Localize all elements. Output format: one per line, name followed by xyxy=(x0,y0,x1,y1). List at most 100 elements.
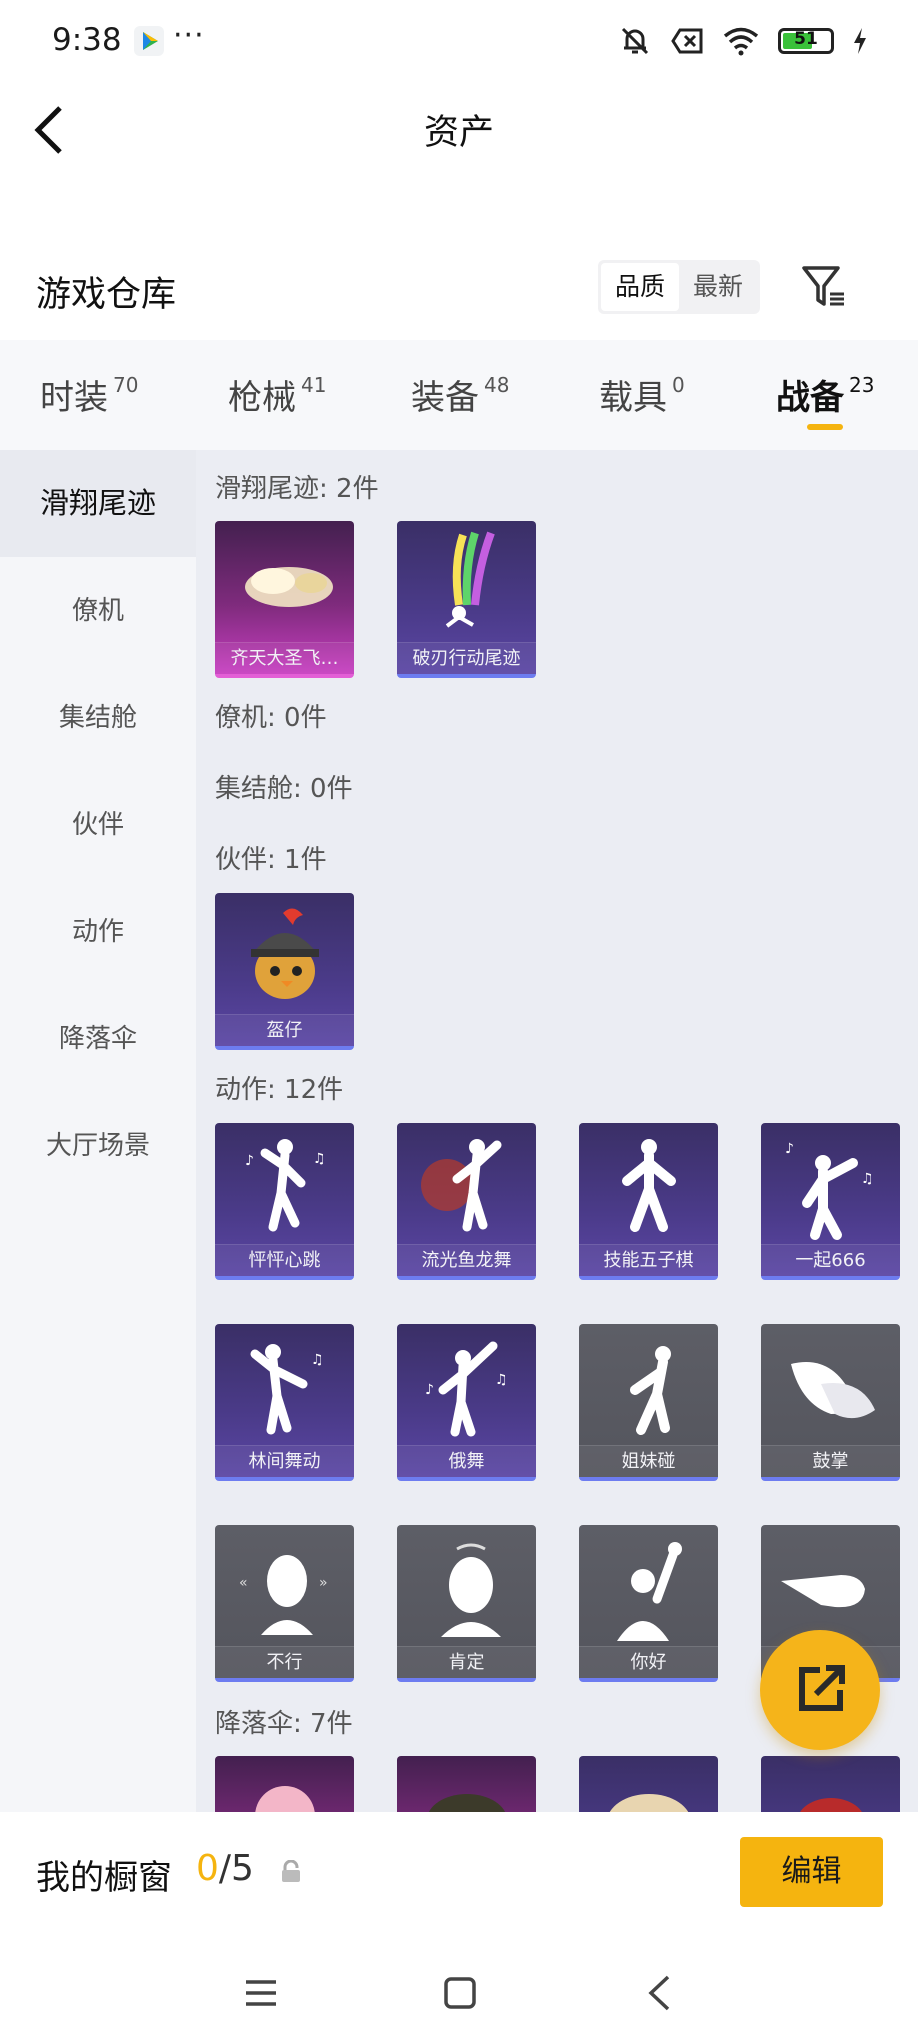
side-item-partner[interactable]: 伙伴 xyxy=(0,804,196,841)
item-card[interactable]: ♫ 林间舞动 xyxy=(215,1324,354,1481)
dancer-image: ♫ xyxy=(250,1344,324,1435)
back-nav-icon[interactable] xyxy=(646,1974,672,2012)
flower-parachute-image xyxy=(255,1786,315,1812)
svg-text:♪: ♪ xyxy=(425,1382,434,1398)
item-card[interactable]: 你好 xyxy=(579,1525,718,1682)
dancer-image xyxy=(622,1139,676,1232)
edit-button[interactable]: 编辑 xyxy=(740,1837,883,1907)
item-name: 盔仔 xyxy=(215,1014,354,1046)
tab-count: 48 xyxy=(484,373,510,397)
side-item-wingman[interactable]: 僚机 xyxy=(0,590,196,627)
tab-label: 载具 xyxy=(599,378,667,418)
sort-newest-option[interactable]: 最新 xyxy=(679,263,757,311)
showcase-total: /5 xyxy=(218,1848,254,1889)
side-item-emote[interactable]: 动作 xyxy=(0,911,196,948)
tab-guns[interactable]: 枪械 41 xyxy=(228,370,326,430)
nod-image xyxy=(441,1543,501,1637)
item-card[interactable]: 齐天大圣飞… xyxy=(215,521,354,678)
item-card[interactable]: 技能五子棋 xyxy=(579,1123,718,1280)
svg-text:♪: ♪ xyxy=(785,1141,794,1157)
item-card[interactable]: ♪ ♫ 俄舞 xyxy=(397,1324,536,1481)
wifi-icon xyxy=(723,27,759,56)
item-card[interactable]: « » 不行 xyxy=(215,1525,354,1682)
item-card[interactable]: 破刃行动尾迹 xyxy=(397,521,536,678)
cloud-trail-image xyxy=(245,567,333,607)
showcase-label: 我的橱窗 xyxy=(36,1858,172,1898)
tab-vehicles[interactable]: 载具 0 xyxy=(599,370,685,430)
item-card[interactable]: 鼓掌 xyxy=(761,1324,900,1481)
svg-text:«: « xyxy=(239,1575,248,1591)
showcase-bar: 我的橱窗 0/5 编辑 xyxy=(0,1812,918,1942)
svg-text:♫: ♫ xyxy=(861,1171,874,1187)
status-time: 9:38 xyxy=(52,22,122,58)
side-nav: 滑翔尾迹 僚机 集结舱 伙伴 动作 降落伞 大厅场景 xyxy=(0,450,196,1812)
dancer-image: ♪♫ xyxy=(245,1139,326,1232)
item-name: 齐天大圣飞… xyxy=(215,642,354,674)
item-name: 鼓掌 xyxy=(761,1445,900,1477)
tab-count: 70 xyxy=(113,373,139,397)
wave-hello-image xyxy=(617,1542,682,1641)
share-icon xyxy=(799,1665,845,1711)
group-title-partner: 伙伴: 1件 xyxy=(215,845,327,875)
item-card[interactable]: 流光鱼龙舞 xyxy=(397,1123,536,1280)
group-title-parachute: 降落伞: 7件 xyxy=(215,1709,353,1739)
svg-text:♪: ♪ xyxy=(245,1153,254,1169)
item-name: 俄舞 xyxy=(397,1445,536,1477)
tab-count: 41 xyxy=(301,373,327,397)
share-button[interactable] xyxy=(760,1630,880,1750)
group-title-pod: 集结舱: 0件 xyxy=(215,774,353,804)
svg-text:♫: ♫ xyxy=(495,1372,508,1388)
battery-level: 51 xyxy=(794,29,818,49)
filter-button[interactable] xyxy=(800,262,848,310)
group-title-wingman: 僚机: 0件 xyxy=(215,703,327,733)
item-card[interactable]: 姐妹碰 xyxy=(579,1324,718,1481)
filter-icon xyxy=(802,266,844,306)
svg-text:♫: ♫ xyxy=(311,1352,324,1368)
tab-battle-gear[interactable]: 战备 23 xyxy=(776,370,874,430)
side-item-lobby-scene[interactable]: 大厅场景 xyxy=(0,1125,196,1162)
tab-label: 装备 xyxy=(411,378,479,418)
tab-fashion[interactable]: 时装 70 xyxy=(40,370,138,430)
rainbow-trail-image xyxy=(445,531,495,628)
tab-count: 0 xyxy=(672,373,685,397)
item-card[interactable] xyxy=(397,1756,536,1812)
status-icons: 51 xyxy=(618,24,868,58)
active-tab-indicator xyxy=(807,424,843,430)
item-card[interactable]: ♪ ♫ 怦怦心跳 xyxy=(215,1123,354,1280)
tab-label: 时装 xyxy=(40,378,108,418)
play-store-icon xyxy=(134,26,164,56)
sort-quality-option[interactable]: 品质 xyxy=(601,263,679,311)
item-name: 怦怦心跳 xyxy=(215,1244,354,1276)
menu-icon[interactable] xyxy=(244,1978,278,2008)
side-item-glide-trail[interactable]: 滑翔尾迹 xyxy=(0,450,196,557)
system-nav-bar xyxy=(0,1942,918,2040)
clapping-hands-image xyxy=(791,1362,875,1419)
item-card[interactable]: ♪ ♫ 一起666 xyxy=(761,1123,900,1280)
item-card[interactable] xyxy=(761,1756,900,1812)
item-card[interactable]: 肯定 xyxy=(397,1525,536,1682)
item-card[interactable] xyxy=(579,1756,718,1812)
item-name: 姐妹碰 xyxy=(579,1445,718,1477)
category-tabs: 时装 70 枪械 41 装备 48 载具 0 战备 23 xyxy=(0,340,918,450)
mute-icon xyxy=(621,27,649,55)
item-name: 一起666 xyxy=(761,1244,900,1276)
item-name: 不行 xyxy=(215,1646,354,1678)
status-bar: 9:38 ··· 51 xyxy=(0,0,918,84)
svg-text:»: » xyxy=(319,1575,328,1591)
side-item-pod[interactable]: 集结舱 xyxy=(0,697,196,734)
svg-text:♫: ♫ xyxy=(313,1151,326,1167)
item-name: 林间舞动 xyxy=(215,1445,354,1477)
dancer-image xyxy=(421,1139,502,1232)
item-card[interactable] xyxy=(215,1756,354,1812)
dancer-image: ♪♫ xyxy=(785,1141,874,1240)
warehouse-title: 游戏仓库 xyxy=(36,275,177,315)
tab-equipment[interactable]: 装备 48 xyxy=(411,370,509,430)
sort-toggle: 品质 最新 xyxy=(598,260,760,314)
item-card[interactable]: 盔仔 xyxy=(215,893,354,1050)
group-title-emote: 动作: 12件 xyxy=(215,1075,344,1105)
showcase-current: 0 xyxy=(196,1848,219,1889)
home-icon[interactable] xyxy=(443,1976,477,2010)
side-item-parachute[interactable]: 降落伞 xyxy=(0,1018,196,1055)
lock-icon xyxy=(282,1860,300,1882)
charging-icon xyxy=(854,28,866,54)
